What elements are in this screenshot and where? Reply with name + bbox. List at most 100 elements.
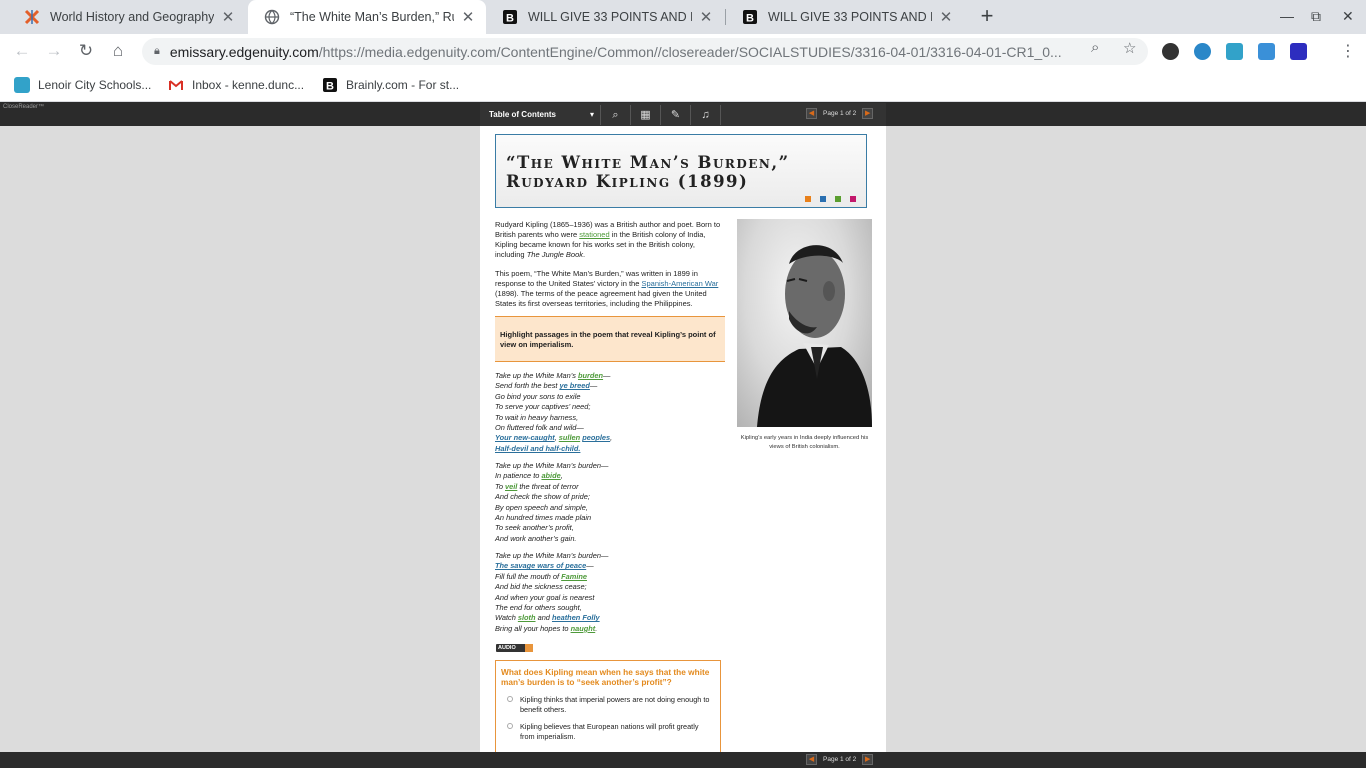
table-of-contents-dropdown[interactable]: Table of Contents ▾ bbox=[483, 104, 601, 125]
restore-icon[interactable]: ⧉ bbox=[1311, 8, 1321, 25]
page-indicator: Page 1 of 2 bbox=[823, 110, 857, 117]
prev-page-icon[interactable]: ◀ bbox=[806, 108, 817, 119]
poem-line: The end for others sought, bbox=[495, 603, 582, 613]
poem-stanza-2: Take up the White Man’s burden— In patie… bbox=[495, 461, 609, 543]
tab-title: WILL GIVE 33 POINTS AND BRAI bbox=[768, 9, 932, 24]
next-page-icon[interactable]: ▶ bbox=[862, 108, 874, 119]
close-window-icon[interactable]: ✕ bbox=[1342, 8, 1354, 25]
next-page-icon[interactable]: ▶ bbox=[862, 754, 874, 765]
poem-line: Take up the White Man’s burden— bbox=[495, 551, 609, 560]
bookmark-label: Inbox - kenne.dunc... bbox=[192, 78, 305, 92]
extension-incognito-icon[interactable] bbox=[1162, 43, 1179, 60]
svg-text:B: B bbox=[506, 12, 514, 24]
tab-world-history[interactable]: World History and Geography W ✕ bbox=[8, 0, 246, 33]
vocab-ye-breed[interactable]: ye breed bbox=[560, 381, 590, 390]
intro-paragraph-1: Rudyard Kipling (1865–1936) was a Britis… bbox=[495, 220, 725, 260]
vocab-stationed[interactable]: stationed bbox=[579, 230, 609, 239]
url-path: /https://media.edgenuity.com/ContentEngi… bbox=[318, 43, 1062, 60]
orange-square bbox=[805, 196, 811, 202]
bookmark-brainly[interactable]: B Brainly.com - For st... bbox=[322, 77, 459, 93]
address-bar[interactable]: 🔒︎ emissary.edgenuity.com /https://media… bbox=[142, 38, 1148, 65]
vocab-famine[interactable]: Famine bbox=[561, 572, 587, 581]
vocab-veil[interactable]: veil bbox=[505, 482, 517, 491]
tab-brainly-1[interactable]: B WILL GIVE 33 POINTS AND BRAI ✕ bbox=[486, 0, 724, 33]
close-tab-icon[interactable]: ✕ bbox=[698, 8, 714, 26]
close-tab-icon[interactable]: ✕ bbox=[460, 8, 476, 26]
page-navigator-bottom: ◀ Page 1 of 2 ▶ bbox=[800, 754, 879, 765]
poem-line: To serve your captives’ need; bbox=[495, 402, 591, 412]
radio-button[interactable] bbox=[507, 723, 513, 729]
back-arrow-icon[interactable]: ← bbox=[10, 39, 34, 63]
poem-line: To bbox=[495, 481, 505, 491]
answer-option-2[interactable]: Kipling believes that European nations w… bbox=[501, 722, 715, 741]
page-indicator: Page 1 of 2 bbox=[823, 756, 857, 763]
audio-label: AUDIO bbox=[498, 645, 516, 651]
document-page: “The White Man’s Burden,” Rudyard Kiplin… bbox=[480, 126, 886, 752]
vocab-savage-wars[interactable]: The savage wars of bbox=[495, 561, 565, 570]
poem-line: And bid the sickness cease; bbox=[495, 582, 587, 592]
intro-text: . bbox=[583, 250, 586, 259]
audio-button[interactable]: AUDIO bbox=[496, 644, 533, 652]
intro-paragraph-2: This poem, “The White Man’s Burden,” was… bbox=[495, 269, 725, 309]
calendar-icon[interactable]: ▦ bbox=[631, 104, 661, 125]
photo-caption: Kipling’s early years in India deeply in… bbox=[740, 435, 869, 450]
vocab-peace[interactable]: peace bbox=[565, 561, 586, 570]
minimize-icon[interactable]: — bbox=[1280, 8, 1294, 24]
vocab-sloth[interactable]: sloth bbox=[518, 613, 536, 622]
vocab-sullen[interactable]: sullen bbox=[559, 433, 580, 442]
question-box: What does Kipling mean when he says that… bbox=[495, 660, 721, 752]
poem-line: And work another’s gain. bbox=[495, 533, 577, 543]
edgenuity-x-icon bbox=[24, 9, 40, 25]
poem-line: Watch bbox=[495, 613, 518, 623]
brainly-icon: B bbox=[322, 77, 338, 93]
close-tab-icon[interactable]: ✕ bbox=[220, 8, 236, 26]
bookmark-inbox[interactable]: Inbox - kenne.dunc... bbox=[168, 77, 304, 93]
brainly-icon: B bbox=[502, 9, 518, 25]
vocab-spanish-american-war[interactable]: Spanish-American War bbox=[641, 279, 718, 288]
home-icon[interactable]: ⌂ bbox=[106, 39, 130, 63]
search-book-icon[interactable]: ⌕ bbox=[601, 104, 631, 125]
new-tab-button[interactable]: + bbox=[977, 5, 997, 27]
vocab-heathen-folly[interactable]: heathen Folly bbox=[552, 613, 600, 622]
headphones-icon[interactable]: ♫ bbox=[691, 104, 721, 125]
poem-line: And check the show of pride; bbox=[495, 492, 590, 502]
vocab-peoples[interactable]: peoples bbox=[582, 433, 610, 442]
vocab-abide[interactable]: abide bbox=[541, 471, 560, 480]
title-line-1: “The White Man’s Burden,” bbox=[506, 153, 790, 172]
prev-page-icon[interactable]: ◀ bbox=[806, 754, 817, 765]
zoom-icon[interactable]: ⌕ bbox=[1091, 39, 1099, 56]
poem-line: — bbox=[589, 381, 598, 391]
answer-option-1[interactable]: Kipling thinks that imperial powers are … bbox=[501, 695, 715, 714]
poem-line: the threat of terror bbox=[517, 481, 579, 491]
cloud-icon bbox=[14, 77, 30, 93]
forward-arrow-icon[interactable]: → bbox=[42, 39, 66, 63]
page-title: “The White Man’s Burden,” Rudyard Kiplin… bbox=[506, 153, 790, 191]
extension-bird-icon[interactable] bbox=[1258, 43, 1275, 60]
close-tab-icon[interactable]: ✕ bbox=[938, 8, 954, 26]
vocab-new-caught[interactable]: Your new-caught bbox=[495, 433, 555, 442]
more-menu-icon[interactable]: ⋮ bbox=[1340, 41, 1356, 61]
bookmark-label: Brainly.com - For st... bbox=[346, 78, 460, 92]
pencil-icon[interactable]: ✎ bbox=[661, 104, 691, 125]
vocab-burden[interactable]: burden bbox=[578, 371, 603, 380]
blue-square bbox=[820, 196, 826, 202]
vocab-naught[interactable]: naught bbox=[571, 624, 596, 633]
tab-brainly-2[interactable]: B WILL GIVE 33 POINTS AND BRAI ✕ bbox=[726, 0, 964, 33]
bookmark-star-icon[interactable]: ☆ bbox=[1123, 39, 1136, 57]
poem-line: Send forth the best bbox=[495, 381, 560, 391]
svg-text:B: B bbox=[746, 12, 754, 24]
extension-globe-icon[interactable] bbox=[1194, 43, 1211, 60]
green-square bbox=[835, 196, 841, 202]
extension-cloud-icon[interactable] bbox=[1226, 43, 1243, 60]
tab-strip: World History and Geography W ✕ “The Whi… bbox=[0, 0, 1366, 34]
reload-icon[interactable]: ↻ bbox=[74, 39, 98, 63]
tab-white-mans-burden[interactable]: “The White Man’s Burden,” Rudy ✕ bbox=[248, 0, 486, 34]
title-banner: “The White Man’s Burden,” Rudyard Kiplin… bbox=[495, 134, 867, 208]
chevron-down-icon: ▾ bbox=[589, 110, 594, 119]
radio-button[interactable] bbox=[507, 696, 513, 702]
bookmark-lenoir[interactable]: Lenoir City Schools... bbox=[14, 77, 151, 93]
extension-c-icon[interactable] bbox=[1290, 43, 1307, 60]
svg-text:B: B bbox=[326, 81, 334, 93]
vocab-half-devil[interactable]: Half-devil and half-child. bbox=[495, 444, 580, 453]
poem-line: In patience to bbox=[495, 471, 542, 481]
